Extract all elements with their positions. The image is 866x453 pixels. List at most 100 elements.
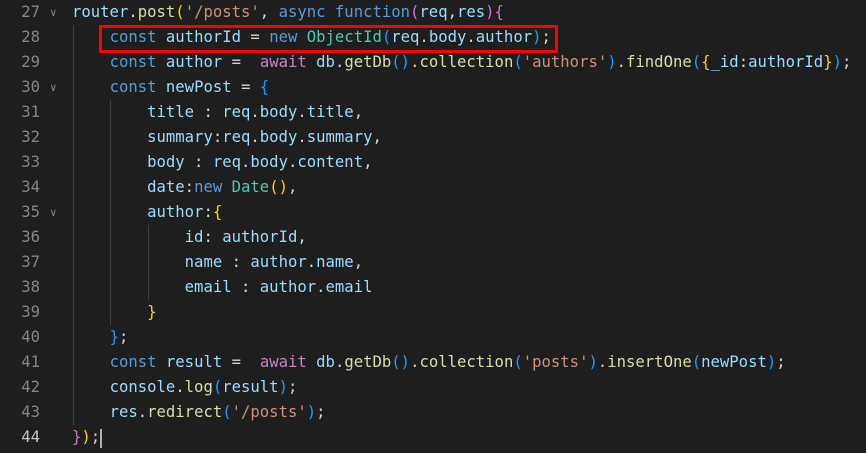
code-editor[interactable]: 27 ∨ router.post('/posts', async function(… [0,0,866,453]
code-token: body [147,153,185,171]
code-token: res [109,403,138,421]
code-token: newPost [701,353,767,371]
code-token: , [297,228,307,246]
code-token: . [137,403,148,421]
code-text: res.redirect('/posts'); [72,400,326,425]
code-token: : [203,228,223,246]
code-token: console [109,378,176,396]
code-token: ) [766,353,777,371]
code-token: name [184,253,223,271]
line-number: 36 [21,228,40,246]
code-token: : [222,253,251,271]
line-number: 44 [21,428,40,446]
line-number: 35 [21,203,40,221]
code-token: ) [607,53,617,71]
code-token: name [316,253,354,271]
code-token: author [250,253,307,271]
code-token: ) [81,428,91,446]
code-token: ( [222,403,232,421]
code-token: } [72,428,82,446]
line-number: 37 [21,253,40,271]
code-token: } [823,53,833,71]
code-text: }); [72,425,100,450]
code-token: getDb [344,53,392,71]
code-token: { [212,203,223,221]
fold-chevron-icon[interactable]: ∨ [50,75,57,100]
code-token: 'posts' [522,353,589,371]
code-token: ) [306,403,317,421]
code-token: : [738,53,749,71]
code-token: = [222,353,260,371]
code-token: { [701,53,711,71]
code-token: await [259,53,307,71]
code-token: 'authors' [522,53,608,71]
code-token: author [147,203,204,221]
highlight-box [99,25,558,53]
code-token: { [259,78,270,96]
code-token: ) [278,378,288,396]
code-token: getDb [344,353,392,371]
code-token: new [194,178,223,196]
code-token: author [259,278,317,296]
code-token: router [72,3,129,21]
fold-chevron-icon[interactable]: ∨ [50,0,57,25]
code-token: req [419,3,448,21]
code-token: findOne [626,53,692,71]
code-token: log [184,378,213,396]
code-token: collection [419,353,514,371]
code-token: function [334,3,411,21]
code-text: author:{ [72,200,222,225]
fold-chevron-icon[interactable]: ∨ [50,200,57,225]
code-token: ; [776,353,786,371]
line-number: 39 [21,303,40,321]
line-number: 30 [21,78,40,96]
code-token: : [184,153,213,171]
code-text: email : author.email [72,275,373,300]
code-token: author [165,53,223,71]
code-token: = [222,53,260,71]
code-token: body [259,103,298,121]
code-token: . [241,153,251,171]
line-number: 38 [21,278,40,296]
code-text: summary:req.body.summary, [72,125,382,150]
code-token: } [147,303,157,321]
line-number: 32 [21,128,40,146]
code-token: ( [410,3,420,21]
code-token: ( [212,378,223,396]
code-token: ( [513,353,523,371]
code-token: . [306,253,317,271]
code-token: collection [419,53,514,71]
code-token: const [109,78,157,96]
code-token: req [222,103,251,121]
code-token: . [128,3,138,21]
code-token: : [212,128,223,146]
code-token: ( [175,3,185,21]
code-token: id [184,228,204,246]
code-token: ) [485,3,495,21]
code-token: ) [832,53,842,71]
code-token: const [109,53,157,71]
code-token: ; [90,428,101,446]
code-token: ( [691,353,702,371]
code-token: ) [588,353,598,371]
code-token: result [165,353,223,371]
line-number: 29 [21,53,40,71]
code-token: async [278,3,326,21]
line-number: 43 [21,403,40,421]
code-token: . [334,353,345,371]
code-text: body : req.body.content, [72,150,372,175]
code-text: } [72,300,157,325]
code-token: () [391,53,411,71]
code-token: , [363,153,373,171]
code-token: , [372,128,382,146]
code-token: req [222,128,251,146]
